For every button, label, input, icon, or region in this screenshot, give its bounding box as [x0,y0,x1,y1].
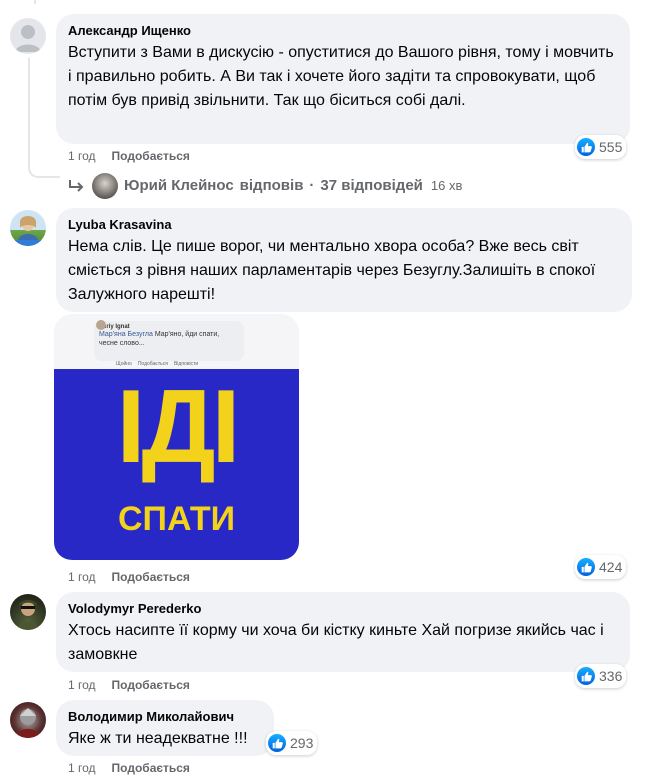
image-bottom-text: СПАТИ [117,500,236,538]
reaction-number: 424 [599,559,623,575]
comment-text: Нема слів. Це пише ворог, чи ментально х… [68,238,600,303]
avatar-volodymyr-perederko[interactable] [10,594,46,630]
comment-bubble: Volodymyr Perederko Хтось насипте її кор… [56,592,630,672]
reaction-number: 555 [599,139,623,155]
comment-time[interactable]: 1 год [68,678,96,692]
reply-author: Юрий Клейнос [124,177,234,194]
reaction-count[interactable]: 336 [575,664,627,688]
comment-author[interactable]: Володимир Миколайович [68,708,262,725]
reaction-number: 336 [599,668,623,684]
reply-avatar [92,173,118,199]
comment-text: Вступити з Вами в дискусію - опуститися … [68,44,619,109]
comment-time[interactable]: 1 год [68,149,96,163]
comment-bubble: Lyuba Krasavina Нема слів. Це пише ворог… [56,208,632,312]
like-button[interactable]: Подобається [112,678,190,692]
reaction-count[interactable]: 293 [266,731,318,755]
image-inner-mention: Мар'яна Безугла [99,331,153,338]
comment-time[interactable]: 1 год [68,570,96,584]
avatar-lyuba[interactable] [10,210,46,246]
comment-text: Яке ж ти неадекватне !!! [68,730,248,747]
avatar-default[interactable] [10,18,46,54]
comment-author[interactable]: Александр Ищенко [68,22,618,39]
comment-image[interactable]: Yuriy Ignat Мар'яна Безугла Мар'яно, йди… [54,314,299,560]
profile-photo-icon [16,600,40,630]
thumbs-up-icon [577,558,595,576]
thumbs-up-icon [577,138,595,156]
reaction-count[interactable]: 555 [575,135,627,159]
reply-time: 16 хв [430,178,463,193]
avatar-volodymyr-mykolaiovych[interactable] [10,702,46,738]
comment-author[interactable]: Lyuba Krasavina [68,216,620,233]
replies-link[interactable]: Юрий Клейнос відповів · 37 відповідей 16… [68,173,462,199]
like-button[interactable]: Подобається [112,149,190,163]
reply-action: відповів [239,177,304,194]
thumbs-up-icon [577,667,595,685]
default-avatar-icon [15,25,41,52]
comment-bubble: Володимир Миколайович Яке ж ти неадекват… [56,700,274,756]
image-inner-avatar [96,320,106,330]
like-button[interactable]: Подобається [112,570,190,584]
comment-time[interactable]: 1 год [68,761,96,775]
reaction-number: 293 [290,735,314,751]
comment-bubble: Александр Ищенко Вступити з Вами в диску… [56,14,630,144]
thumbs-up-icon [268,734,286,752]
image-big-text: ІДІ [116,369,241,485]
profile-photo-icon [10,216,46,246]
comment-meta: 1 год Подобається [68,569,190,585]
image-inner-comment: Yuriy Ignat Мар'яна Безугла Мар'яно, йди… [94,321,244,361]
image-inner-text: Мар'яна Безугла Мар'яно, йди спати, чесн… [99,330,239,348]
reply-arrow-icon [69,180,84,192]
reply-separator: · [309,177,315,194]
comment-meta: 1 год Подобається [68,677,190,693]
comment-author[interactable]: Volodymyr Perederko [68,600,618,617]
thread-line-top [34,0,36,4]
like-button[interactable]: Подобається [112,761,190,775]
reply-count: 37 відповідей [320,177,423,194]
comment-meta: 1 год Подобається [68,148,190,164]
profile-photo-icon [15,708,41,738]
reaction-count[interactable]: 424 [575,555,627,579]
comment-meta: 1 год Подобається [68,760,190,776]
comment-text: Хтось насипте її корму чи хоча би кістку… [68,622,609,663]
